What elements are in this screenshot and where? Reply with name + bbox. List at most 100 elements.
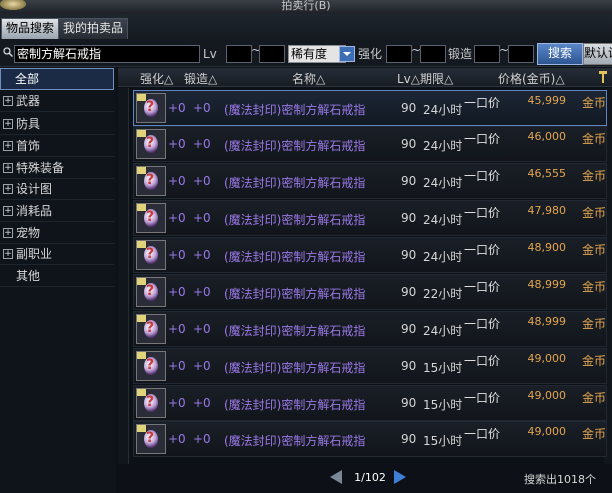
pin-icon[interactable]: [598, 71, 608, 83]
buyout-label: 一口价: [464, 243, 501, 257]
enhance-min-input[interactable]: [386, 45, 412, 63]
category-all[interactable]: 全部: [0, 68, 114, 90]
price-value: 48,900: [527, 241, 567, 254]
item-level: 90: [401, 101, 417, 115]
tab-item-search[interactable]: 物品搜索: [1, 18, 60, 39]
search-icon: [3, 47, 13, 57]
table-row[interactable]: ? +0 +0 (魔法封印)密制方解石戒指 90 24小时 一口价 48,900 金币: [133, 237, 607, 273]
search-button[interactable]: 搜索: [537, 43, 583, 65]
enhance-value: +0: [168, 174, 186, 188]
buyout-label: 一口价: [464, 391, 501, 405]
item-ring-icon[interactable]: ?: [136, 388, 166, 418]
item-ring-icon[interactable]: ?: [136, 351, 166, 381]
table-row[interactable]: ? +0 +0 (魔法封印)密制方解石戒指 90 24小时 一口价 47,980 金币: [133, 200, 607, 236]
category-pets[interactable]: + 宠物: [0, 223, 114, 244]
tab-my-auctions[interactable]: 我的拍卖品: [58, 18, 129, 39]
category-weapons[interactable]: + 武器: [0, 91, 114, 112]
buyout-label: 一口价: [464, 132, 501, 146]
category-sub-profession[interactable]: + 副职业: [0, 244, 114, 265]
item-name: (魔法封印)密制方解石戒指: [224, 213, 366, 227]
enhance-max-input[interactable]: [420, 45, 446, 63]
lv-max-input[interactable]: [259, 45, 285, 63]
currency-unit: 金币: [582, 169, 607, 183]
table-row[interactable]: ? +0 +0 (魔法封印)密制方解石戒指 90 24小时 一口价 46,555 金币: [133, 163, 607, 199]
category-special-equipment[interactable]: + 特殊装备: [0, 158, 114, 179]
item-tag-icon: [137, 94, 146, 101]
remaining-time: 15小时: [423, 398, 463, 412]
table-row[interactable]: ? +0 +0 (魔法封印)密制方解石戒指 90 24小时 一口价 45,999 金币: [133, 90, 607, 126]
price-value: 45,999: [527, 94, 567, 107]
table-row[interactable]: ? +0 +0 (魔法封印)密制方解石戒指 90 15小时 一口价 49,000 金币: [133, 421, 607, 457]
currency-unit: 金币: [582, 132, 607, 146]
buyout-label: 一口价: [464, 169, 501, 183]
item-ring-icon[interactable]: ?: [136, 240, 166, 270]
search-input[interactable]: 密制方解石戒指: [14, 45, 200, 63]
item-ring-icon[interactable]: ?: [136, 166, 166, 196]
item-level: 90: [401, 211, 417, 225]
sort-forge-header[interactable]: 锻造△: [184, 70, 217, 87]
table-row[interactable]: ? +0 +0 (魔法封印)密制方解石戒指 90 24小时 一口价 48,999 金币: [133, 311, 607, 347]
prev-page-button[interactable]: [330, 470, 342, 484]
buyout-label: 一口价: [464, 206, 501, 220]
expand-plus-icon[interactable]: +: [3, 119, 13, 129]
expand-plus-icon[interactable]: +: [3, 141, 13, 151]
table-row[interactable]: ? +0 +0 (魔法封印)密制方解石戒指 90 24小时 一口价 46,000 金币: [133, 126, 607, 162]
list-scrollbar-left[interactable]: [118, 88, 129, 490]
forge-value: +0: [193, 137, 211, 151]
forge-value: +0: [193, 322, 211, 336]
item-level: 90: [401, 174, 417, 188]
lv-label: Lv: [203, 47, 217, 61]
expand-plus-icon[interactable]: +: [3, 228, 13, 238]
item-ring-icon[interactable]: ?: [136, 277, 166, 307]
item-name: (魔法封印)密制方解石戒指: [224, 176, 366, 190]
category-label: 宠物: [16, 226, 41, 240]
table-row[interactable]: ? +0 +0 (魔法封印)密制方解石戒指 90 15小时 一口价 49,000 金币: [133, 385, 607, 421]
category-consumables[interactable]: + 消耗品: [0, 201, 114, 222]
sealed-question-icon: ?: [146, 172, 155, 188]
expand-plus-icon[interactable]: +: [3, 184, 13, 194]
forge-min-input[interactable]: [474, 45, 500, 63]
forge-max-input[interactable]: [508, 45, 534, 63]
item-tag-icon: [137, 425, 146, 432]
table-row[interactable]: ? +0 +0 (魔法封印)密制方解石戒指 90 15小时 一口价 49,000 金币: [133, 348, 607, 384]
sort-price-header[interactable]: 价格(金币)△: [498, 70, 565, 87]
category-armor[interactable]: + 防具: [0, 114, 114, 135]
category-label: 其他: [16, 269, 41, 283]
expand-plus-icon[interactable]: +: [3, 96, 13, 106]
enhance-value: +0: [168, 396, 186, 410]
sort-enhance-header[interactable]: 强化△: [140, 70, 173, 87]
price-value: 46,000: [527, 130, 567, 143]
category-label: 全部: [15, 72, 40, 86]
table-row[interactable]: ? +0 +0 (魔法封印)密制方解石戒指 90 22小时 一口价 48,999 金币: [133, 274, 607, 310]
expand-plus-icon[interactable]: +: [3, 206, 13, 216]
category-other[interactable]: 其他: [0, 266, 114, 287]
item-level: 90: [401, 359, 417, 373]
item-ring-icon[interactable]: ?: [136, 129, 166, 159]
forge-value: +0: [193, 396, 211, 410]
item-ring-icon[interactable]: ?: [136, 93, 166, 123]
expand-plus-icon[interactable]: +: [3, 249, 13, 259]
enhance-value: +0: [168, 101, 186, 115]
sort-lv-period-header[interactable]: Lv△期限△: [397, 70, 453, 87]
category-blueprints[interactable]: + 设计图: [0, 179, 114, 200]
rarity-select[interactable]: 稀有度: [288, 45, 346, 63]
item-ring-icon[interactable]: ?: [136, 424, 166, 454]
item-name: (魔法封印)密制方解石戒指: [224, 398, 366, 412]
currency-unit: 金币: [582, 391, 607, 405]
item-name: (魔法封印)密制方解石戒指: [224, 434, 366, 448]
next-page-button[interactable]: [394, 470, 406, 484]
default-settings-button[interactable]: 默认设置: [583, 43, 612, 65]
remaining-time: 24小时: [423, 324, 463, 338]
item-ring-icon[interactable]: ?: [136, 314, 166, 344]
sealed-question-icon: ?: [146, 394, 155, 410]
item-ring-icon[interactable]: ?: [136, 203, 166, 233]
chevron-down-icon[interactable]: [339, 46, 355, 62]
lv-min-input[interactable]: [226, 45, 252, 63]
currency-unit: 金币: [582, 354, 607, 368]
item-level: 90: [401, 137, 417, 151]
currency-unit: 金币: [582, 280, 607, 294]
expand-plus-icon[interactable]: +: [3, 163, 13, 173]
buyout-label: 一口价: [464, 317, 501, 331]
sort-name-header[interactable]: 名称△: [292, 70, 325, 87]
category-accessories[interactable]: + 首饰: [0, 136, 114, 157]
